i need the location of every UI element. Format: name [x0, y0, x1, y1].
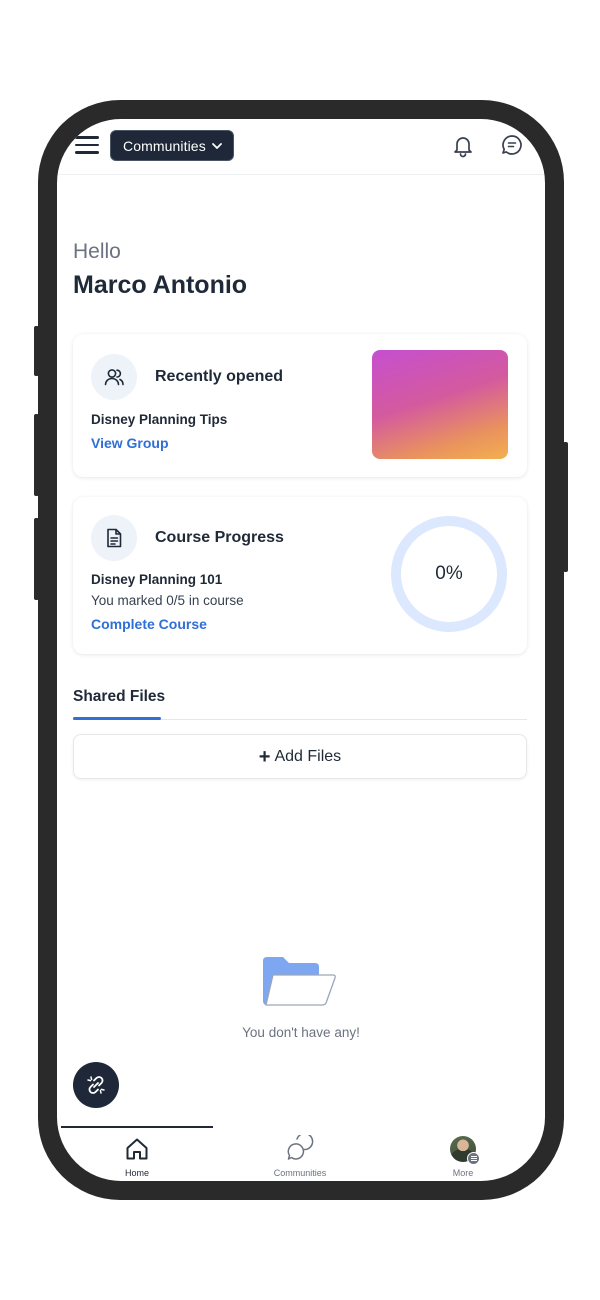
community-selector-label: Communities: [123, 137, 206, 154]
course-name: Disney Planning 101: [91, 572, 223, 587]
menu-badge-icon: [467, 1152, 480, 1165]
app-screen: Communities Hello Marco Antonio Recently…: [57, 119, 545, 1181]
view-group-link[interactable]: View Group: [91, 435, 169, 451]
bell-icon[interactable]: [450, 132, 476, 158]
home-icon: [123, 1135, 151, 1163]
nav-home-label: Home: [124, 1168, 149, 1178]
recently-opened-title: Recently opened: [155, 368, 284, 385]
chat-bubbles-icon: [286, 1135, 314, 1163]
chevron-down-icon: [211, 140, 223, 152]
link-off-button[interactable]: [73, 1062, 119, 1108]
avatar: [449, 1135, 480, 1165]
recent-group-name: Disney Planning Tips: [91, 412, 228, 427]
nav-communities-label: Communities: [273, 1168, 327, 1178]
add-files-label: Add Files: [274, 747, 342, 765]
link-off-icon: [84, 1073, 108, 1097]
recently-opened-card: Recently opened Disney Planning Tips Vie…: [73, 334, 527, 477]
course-progress-card: Course Progress Disney Planning 101 You …: [73, 497, 527, 654]
add-files-button[interactable]: + Add Files: [73, 734, 527, 779]
tab-active-indicator: [73, 717, 161, 720]
course-status-text: You marked 0/5 in course: [91, 593, 244, 608]
greeting-hello: Hello: [73, 240, 121, 263]
empty-state-text: You don't have any!: [242, 1025, 360, 1040]
folder-icon: [263, 957, 336, 1006]
nav-home[interactable]: Home: [87, 1135, 187, 1178]
group-thumbnail[interactable]: [372, 350, 508, 459]
nav-more-label: More: [452, 1168, 474, 1178]
nav-active-indicator: [61, 1126, 213, 1128]
users-icon: [91, 354, 137, 400]
plus-icon: +: [258, 745, 271, 768]
document-icon: [91, 515, 137, 561]
progress-percent: 0%: [435, 563, 463, 584]
nav-more[interactable]: More: [413, 1135, 513, 1178]
community-selector[interactable]: Communities: [110, 130, 234, 161]
nav-communities[interactable]: Communities: [250, 1135, 350, 1178]
header-divider: [57, 174, 545, 175]
complete-course-link[interactable]: Complete Course: [91, 616, 207, 632]
tab-shared-files[interactable]: Shared Files: [73, 688, 165, 706]
user-name: Marco Antonio: [73, 271, 248, 299]
menu-icon[interactable]: [75, 136, 99, 154]
phone-frame: Communities Hello Marco Antonio Recently…: [38, 100, 564, 1200]
course-progress-title: Course Progress: [155, 529, 284, 546]
chat-icon[interactable]: [499, 132, 525, 158]
user-avatar: [450, 1136, 480, 1165]
